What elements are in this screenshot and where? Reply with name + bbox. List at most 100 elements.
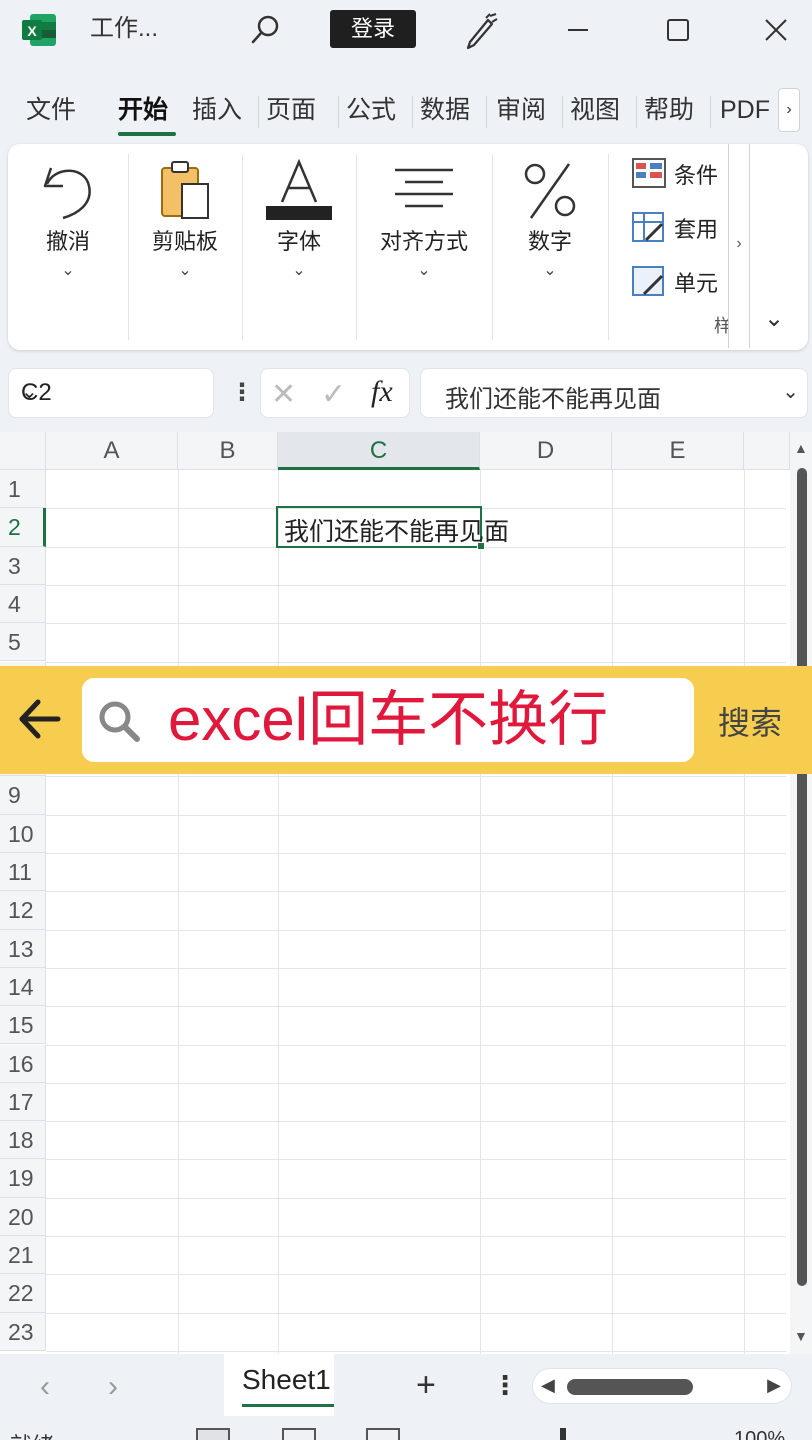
pen-icon[interactable] <box>460 10 500 50</box>
row-header[interactable]: 2 <box>0 508 46 547</box>
conditional-formatting-label: 条件 <box>674 163 719 188</box>
row-header[interactable]: 9 <box>0 776 46 815</box>
tab-view[interactable]: 视图 <box>570 92 620 128</box>
tabs-scroll-right-button[interactable]: › <box>778 88 800 132</box>
chevron-down-icon[interactable]: ⌄ <box>128 260 242 280</box>
row-gridline <box>46 1274 786 1276</box>
row-header[interactable]: 17 <box>0 1082 46 1122</box>
scroll-right-icon[interactable]: ▶ <box>767 1375 781 1396</box>
active-tab-indicator <box>118 132 176 136</box>
sheet-next-icon[interactable]: › <box>108 1370 118 1404</box>
conditional-formatting-button[interactable]: 条件 <box>632 154 732 194</box>
ribbon-scroll-right-button[interactable]: › <box>728 144 750 348</box>
row-header[interactable]: 19 <box>0 1159 46 1198</box>
minimize-icon[interactable] <box>560 12 596 48</box>
row-header[interactable]: 12 <box>0 891 46 930</box>
cell-styles-button[interactable]: 单元 <box>632 262 732 302</box>
page-layout-view-icon[interactable] <box>282 1428 316 1440</box>
row-header[interactable]: 5 <box>0 623 46 662</box>
add-sheet-icon[interactable]: + <box>416 1366 436 1405</box>
document-title[interactable]: 工作... <box>90 12 158 46</box>
select-all-corner[interactable] <box>0 432 46 470</box>
row-header[interactable]: 23 <box>0 1312 46 1351</box>
horizontal-scrollbar[interactable]: ◀ ▶ <box>532 1368 792 1404</box>
zoom-slider[interactable] <box>560 1428 566 1440</box>
search-button[interactable]: 搜索 <box>718 698 782 744</box>
column-header-d[interactable]: D <box>480 432 612 470</box>
column-header-e[interactable]: E <box>612 432 744 470</box>
font-group[interactable]: 字体 ⌄ <box>242 144 356 350</box>
column-header-f[interactable] <box>744 432 790 470</box>
row-header[interactable]: 13 <box>0 929 46 968</box>
search-icon[interactable] <box>248 12 284 48</box>
spreadsheet-grid[interactable]: A B C D E 123456789101112131415161718192… <box>0 432 812 1354</box>
tab-pdf[interactable]: PDF <box>720 92 778 128</box>
ribbon-collapse-icon[interactable]: ⌄ <box>764 304 784 333</box>
row-header[interactable]: 21 <box>0 1236 46 1275</box>
magnifier-icon <box>99 701 140 742</box>
vertical-scroll-thumb[interactable] <box>797 468 807 1286</box>
more-vertical-icon[interactable]: ⋮ <box>230 378 254 408</box>
scroll-down-icon[interactable]: ▼ <box>794 1328 808 1344</box>
tab-separator <box>486 96 487 128</box>
row-header[interactable]: 1 <box>0 470 46 509</box>
row-header[interactable]: 16 <box>0 1044 46 1083</box>
normal-view-icon[interactable] <box>196 1428 230 1440</box>
chevron-down-icon[interactable]: ⌄ <box>492 260 608 280</box>
vertical-scrollbar[interactable]: ▲ ▼ <box>790 432 812 1354</box>
zoom-level[interactable]: 100% <box>734 1428 785 1440</box>
chevron-down-icon[interactable]: ⌄ <box>242 260 356 280</box>
chevron-down-icon[interactable]: ⌄ <box>8 260 128 280</box>
tab-separator <box>338 96 339 128</box>
row-header[interactable]: 14 <box>0 967 46 1007</box>
row-header[interactable]: 11 <box>0 853 46 892</box>
row-header[interactable]: 4 <box>0 584 46 624</box>
chevron-down-icon[interactable]: ⌄ <box>21 379 203 404</box>
scroll-up-icon[interactable]: ▲ <box>794 440 808 456</box>
back-arrow-icon[interactable] <box>14 694 64 744</box>
login-button[interactable]: 登录 <box>330 10 416 48</box>
scroll-left-icon[interactable]: ◀ <box>541 1375 555 1396</box>
tab-home[interactable]: 开始 <box>118 92 168 128</box>
horizontal-scroll-thumb[interactable] <box>567 1379 693 1395</box>
undo-group[interactable]: 撤消 ⌄ <box>8 144 128 350</box>
tab-insert[interactable]: 插入 <box>192 92 242 128</box>
column-gridline <box>278 470 279 1354</box>
row-header[interactable]: 22 <box>0 1274 46 1313</box>
tab-help[interactable]: 帮助 <box>644 92 694 128</box>
tab-review[interactable]: 审阅 <box>496 92 546 128</box>
chevron-down-icon[interactable]: ⌄ <box>782 379 799 404</box>
sheet-options-icon[interactable]: ⋮ <box>492 1370 518 1401</box>
sheet-tabs-bar: ‹ › Sheet1 + ⋮ ◀ ▶ <box>0 1354 812 1422</box>
tab-formulas[interactable]: 公式 <box>346 92 396 128</box>
number-group[interactable]: 数字 ⌄ <box>492 144 608 350</box>
page-break-view-icon[interactable] <box>366 1428 400 1440</box>
confirm-icon[interactable]: ✓ <box>321 377 346 412</box>
alignment-group[interactable]: 对齐方式 ⌄ <box>356 144 492 350</box>
sheet-prev-icon[interactable]: ‹ <box>40 1370 50 1404</box>
row-header[interactable]: 20 <box>0 1197 46 1236</box>
chevron-down-icon[interactable]: ⌄ <box>356 260 492 280</box>
row-header[interactable]: 10 <box>0 814 46 853</box>
insert-function-icon[interactable]: fx <box>371 375 393 409</box>
formula-input[interactable]: 我们还能不能再见面 ⌄ <box>420 368 808 418</box>
column-header-c[interactable]: C <box>278 432 480 470</box>
excel-app-icon: X <box>22 14 56 46</box>
maximize-icon[interactable] <box>660 12 696 48</box>
tab-file[interactable]: 文件 <box>26 92 76 128</box>
clipboard-group[interactable]: 剪贴板 ⌄ <box>128 144 242 350</box>
format-as-table-button[interactable]: 套用 <box>632 208 732 248</box>
column-header-a[interactable]: A <box>46 432 178 470</box>
column-header-b[interactable]: B <box>178 432 278 470</box>
row-header[interactable]: 15 <box>0 1006 46 1045</box>
sheet-tab-sheet1[interactable]: Sheet1 <box>224 1354 334 1416</box>
column-gridline <box>178 470 179 1354</box>
tab-page-layout[interactable]: 页面 <box>266 92 334 128</box>
close-icon[interactable] <box>758 12 794 48</box>
row-header[interactable]: 18 <box>0 1121 46 1160</box>
cancel-icon[interactable]: ✕ <box>271 377 296 412</box>
row-header[interactable]: 3 <box>0 546 46 585</box>
overlay-search-input[interactable]: excel回车不换行 <box>82 678 694 762</box>
name-box[interactable]: C2 ⌄ <box>8 368 214 418</box>
tab-data[interactable]: 数据 <box>420 92 470 128</box>
